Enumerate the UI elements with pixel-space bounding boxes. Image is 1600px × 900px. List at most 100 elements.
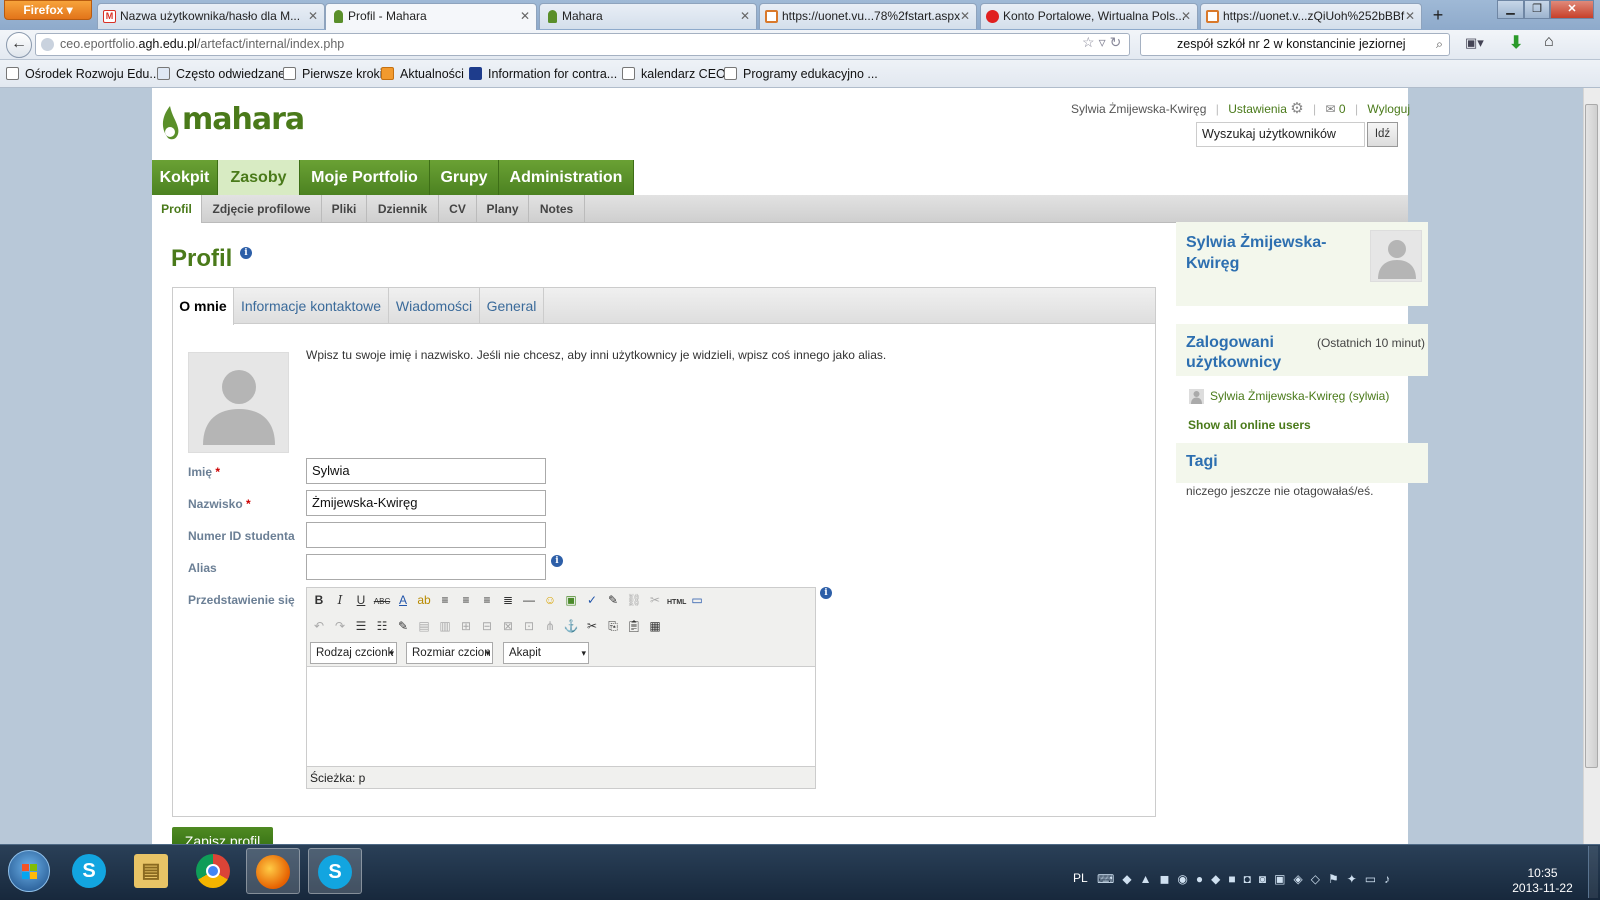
close-icon[interactable]: ✕ xyxy=(308,4,318,28)
taskbar-explorer[interactable]: ▤ xyxy=(124,848,178,894)
subnav-notes[interactable]: Notes xyxy=(529,195,585,223)
underline-icon[interactable]: U xyxy=(352,591,370,609)
spellcheck-icon[interactable]: ✓ xyxy=(583,591,601,609)
browser-tab-profil-mahara[interactable]: Profil - Mahara ✕ xyxy=(325,3,537,30)
app-icon[interactable]: ✦ xyxy=(1347,872,1365,886)
merge-icon[interactable]: ⊡ xyxy=(520,617,538,635)
numbered-list-icon[interactable]: ☷ xyxy=(373,617,391,635)
bookmark-aktualnosci[interactable]: Aktualności xyxy=(381,66,464,82)
reload-icon[interactable]: ↻ xyxy=(1110,34,1126,50)
sidebar-avatar[interactable] xyxy=(1370,230,1422,282)
search-go-button[interactable]: Idź xyxy=(1367,122,1398,147)
browser-tab-gmail[interactable]: M Nazwa użytkownika/hasło dla M... ✕ xyxy=(97,3,325,29)
row-icon[interactable]: ⊞ xyxy=(457,617,475,635)
info-icon[interactable]: i xyxy=(820,587,832,599)
close-icon[interactable]: ✕ xyxy=(740,4,750,28)
highlight-icon[interactable]: ab xyxy=(415,591,433,609)
app-icon[interactable]: ■ xyxy=(1228,872,1243,886)
browser-tab-uonet-1[interactable]: https://uonet.vu...78%2fstart.aspx ✕ xyxy=(759,3,977,29)
browser-tab-uonet-2[interactable]: https://uonet.v...zQiUoh%252bBBf ✕ xyxy=(1200,3,1422,29)
app-icon[interactable]: ◆ xyxy=(1211,872,1228,886)
emoticon-icon[interactable]: ☺ xyxy=(541,591,559,609)
student-id-input[interactable] xyxy=(306,522,546,548)
nav-kokpit[interactable]: Kokpit xyxy=(152,160,218,195)
close-icon[interactable]: ✕ xyxy=(1405,4,1415,28)
redo-icon[interactable]: ↷ xyxy=(331,617,349,635)
subnav-zdjecie-profilowe[interactable]: Zdjęcie profilowe xyxy=(202,195,322,223)
tab-o-mnie[interactable]: O mnie xyxy=(173,288,234,325)
fullscreen-icon[interactable]: ▭ xyxy=(688,591,706,609)
close-window-button[interactable]: ✕ xyxy=(1550,0,1594,19)
browser-search-input[interactable]: zespół szkół nr 2 w konstancinie jeziorn… xyxy=(1140,33,1450,56)
browser-tab-wp[interactable]: Konto Portalowe, Wirtualna Pols... ✕ xyxy=(980,3,1198,29)
italic-icon[interactable]: I xyxy=(331,591,349,609)
new-tab-button[interactable]: + xyxy=(1427,4,1449,28)
browser-tab-mahara[interactable]: Mahara ✕ xyxy=(539,3,757,29)
alias-input[interactable] xyxy=(306,554,546,580)
mail-icon[interactable]: ✉ xyxy=(1326,102,1336,116)
justify-icon[interactable]: ≣ xyxy=(499,591,517,609)
text-color-icon[interactable]: A xyxy=(394,591,412,609)
dropdown-icon[interactable]: ▿ xyxy=(1099,34,1110,50)
start-button[interactable] xyxy=(8,850,50,892)
tab-general[interactable]: General xyxy=(480,288,544,324)
cut-icon[interactable]: ✂ xyxy=(583,617,601,635)
volume-icon[interactable]: ♪ xyxy=(1384,872,1398,886)
nav-moje-portfolio[interactable]: Moje Portfolio xyxy=(300,160,430,195)
logout-link[interactable]: Wyloguj xyxy=(1367,102,1410,116)
bookmark-kalendarz[interactable]: kalendarz CEO xyxy=(622,66,726,82)
sidebar-profile-name[interactable]: Sylwia Żmijewska-Kwiręg xyxy=(1186,232,1351,272)
taskbar-chrome[interactable] xyxy=(186,848,240,894)
language-indicator[interactable]: PL xyxy=(1073,871,1093,885)
split-icon[interactable]: ⋔ xyxy=(541,617,559,635)
search-users-input[interactable]: Wyszukaj użytkowników xyxy=(1196,122,1365,147)
bookmark-information[interactable]: Information for contra... xyxy=(469,66,617,82)
tab-wiadomosci[interactable]: Wiadomości xyxy=(389,288,480,324)
gear-icon[interactable]: ⚙ xyxy=(1290,100,1303,117)
mahara-logo[interactable]: mahara xyxy=(158,98,308,146)
font-family-select[interactable]: Rodzaj czcionk ▾ xyxy=(310,642,397,664)
app-icon[interactable]: ▣ xyxy=(1274,872,1293,886)
messages-count[interactable]: 0 xyxy=(1339,102,1346,116)
info-icon[interactable]: i xyxy=(551,555,563,567)
app-icon[interactable]: ◘ xyxy=(1244,872,1259,886)
bold-icon[interactable]: B xyxy=(310,591,328,609)
horizontal-rule-icon[interactable]: — xyxy=(520,591,538,609)
bookmark-osrodek[interactable]: Ośrodek Rozwoju Edu... xyxy=(6,66,160,82)
paste-icon[interactable]: 📋︎ xyxy=(625,617,643,635)
subnav-dziennik[interactable]: Dziennik xyxy=(367,195,439,223)
bookmark-pierwsze[interactable]: Pierwsze kroki xyxy=(283,66,383,82)
html-icon[interactable]: HTML xyxy=(667,594,686,612)
copy-icon[interactable]: ⎘ xyxy=(604,617,622,635)
bookmark-programy[interactable]: Programy edukacyjno ... xyxy=(724,66,878,82)
close-icon[interactable]: ✕ xyxy=(1181,4,1191,28)
app-icon[interactable]: ◆ xyxy=(1122,872,1139,886)
image-icon[interactable]: ▣ xyxy=(562,591,580,609)
taskbar-firefox[interactable] xyxy=(246,848,300,894)
user-name-link[interactable]: Sylwia Żmijewska-Kwiręg xyxy=(1071,102,1206,116)
download-icon[interactable]: ⬇ xyxy=(1509,33,1525,53)
nav-administration[interactable]: Administration xyxy=(499,160,634,195)
app-icon[interactable]: ◇ xyxy=(1311,872,1328,886)
align-right-icon[interactable]: ≡ xyxy=(478,591,496,609)
subnav-plany[interactable]: Plany xyxy=(477,195,529,223)
unlink-icon[interactable]: ✂ xyxy=(646,591,664,609)
scrollbar-thumb[interactable] xyxy=(1585,104,1598,768)
chart-icon[interactable]: ▲ xyxy=(1140,872,1160,886)
close-icon[interactable]: ✕ xyxy=(520,4,530,28)
profile-avatar[interactable] xyxy=(188,352,289,453)
last-name-input[interactable]: Żmijewska-Kwiręg xyxy=(306,490,546,516)
home-icon[interactable]: ⌂ xyxy=(1544,33,1562,53)
paste-word-icon[interactable]: ▦ xyxy=(646,617,664,635)
nav-zasoby[interactable]: Zasoby xyxy=(218,160,300,195)
url-bar[interactable]: ceo.eportfolio.agh.edu.pl/artefact/inter… xyxy=(35,33,1130,56)
online-user-link[interactable]: Sylwia Żmijewska-Kwiręg (sylwia) xyxy=(1210,389,1420,403)
table-props-icon[interactable]: ▥ xyxy=(436,617,454,635)
network-icon[interactable]: ◉ xyxy=(1177,872,1195,886)
delete-row-icon[interactable]: ⊠ xyxy=(499,617,517,635)
bookmark-czesto[interactable]: Często odwiedzane xyxy=(157,66,285,82)
app-icon[interactable]: ◈ xyxy=(1293,872,1310,886)
info-icon[interactable]: i xyxy=(240,247,252,259)
bookmarks-menu-icon[interactable]: ▣▾ xyxy=(1465,35,1493,53)
app-icon[interactable]: ● xyxy=(1196,872,1211,886)
